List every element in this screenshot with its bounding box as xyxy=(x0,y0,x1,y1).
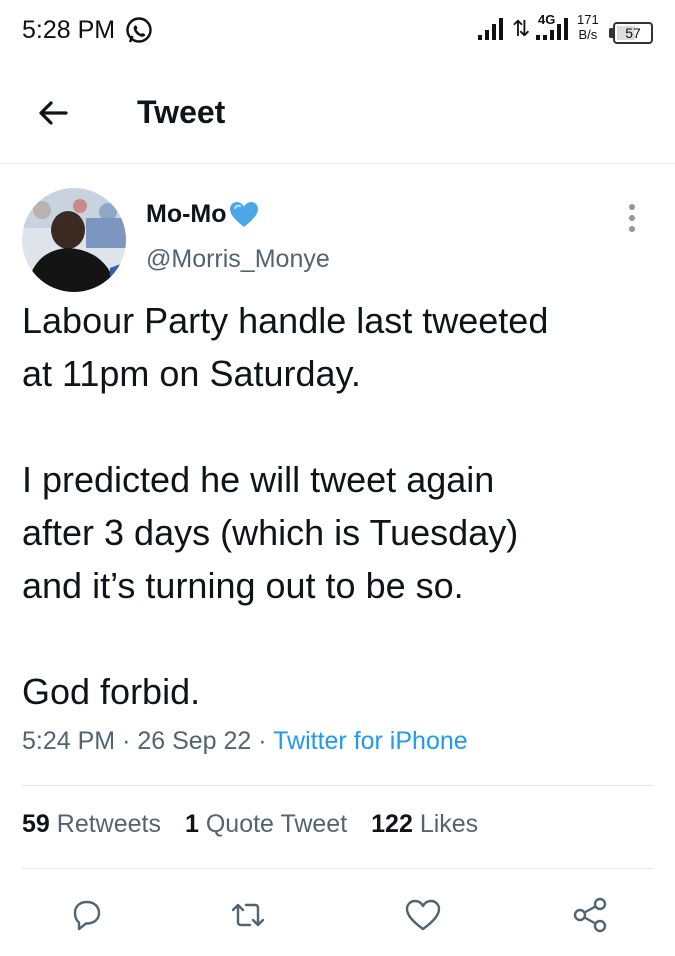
tweet-line: and it’s turning out to be so. xyxy=(22,565,464,606)
tweet-detail-screen: 5:28 PM ⇅ 4G 171 B/s 57 Tweet Mo-Mo @Mor… xyxy=(0,0,675,956)
arrow-left-icon[interactable] xyxy=(36,96,70,130)
tweet-line: after 3 days (which is Tuesday) xyxy=(22,512,519,553)
likes-label: Likes xyxy=(419,810,479,838)
battery-level: 57 xyxy=(625,25,641,41)
tweet-text: Labour Party handle last tweeted at 11pm… xyxy=(22,294,662,718)
blue-heart-icon xyxy=(229,201,258,227)
retweet-button[interactable] xyxy=(228,895,268,935)
share-button[interactable] xyxy=(570,895,610,935)
signal-strength-icon xyxy=(478,18,503,40)
divider xyxy=(22,868,653,869)
like-button[interactable] xyxy=(403,895,443,935)
user-handle[interactable]: @Morris_Monye xyxy=(146,245,330,274)
avatar-image xyxy=(22,188,126,292)
retweets-count: 59 xyxy=(22,810,50,838)
status-bar: 5:28 PM ⇅ 4G 171 B/s 57 xyxy=(0,0,675,64)
display-name-text: Mo-Mo xyxy=(146,200,227,228)
display-name[interactable]: Mo-Mo xyxy=(146,200,259,229)
tweet-date: 26 Sep 22 xyxy=(137,727,252,755)
status-time: 5:28 PM xyxy=(22,16,116,44)
battery-icon: 57 xyxy=(613,22,653,44)
meta-separator: · xyxy=(122,727,131,755)
retweets-stat[interactable]: 59 Retweets xyxy=(22,810,161,839)
tweet-line: God forbid. xyxy=(22,671,201,712)
reply-button[interactable] xyxy=(66,895,106,935)
whatsapp-icon xyxy=(126,17,152,43)
like-icon xyxy=(405,899,441,931)
tweet-source-link[interactable]: Twitter for iPhone xyxy=(273,727,468,755)
tweet-time: 5:24 PM xyxy=(22,727,116,755)
engagement-stats: 59 Retweets 1 Quote Tweet 122 Likes xyxy=(22,810,502,839)
likes-count: 122 xyxy=(371,810,413,838)
quote-tweets-stat[interactable]: 1 Quote Tweet xyxy=(185,810,347,839)
tweet-line: at 11pm on Saturday. xyxy=(22,353,361,394)
likes-stat[interactable]: 122 Likes xyxy=(371,810,478,839)
tweet-line: I predicted he will tweet again xyxy=(22,459,495,500)
quote-tweets-count: 1 xyxy=(184,810,199,838)
network-speed: 171 B/s xyxy=(577,12,599,42)
tweet-line: Labour Party handle last tweeted xyxy=(22,300,549,341)
reply-icon xyxy=(73,900,101,931)
page-title: Tweet xyxy=(137,94,226,130)
network-speed-value: 171 xyxy=(577,12,599,27)
signal-strength-icon-2 xyxy=(536,18,568,40)
quote-tweets-label: Quote Tweet xyxy=(205,810,348,838)
avatar[interactable] xyxy=(22,188,126,292)
divider xyxy=(22,785,653,786)
share-icon xyxy=(573,897,607,933)
data-transfer-icon: ⇅ xyxy=(512,16,531,41)
retweets-label: Retweets xyxy=(56,810,161,838)
network-speed-unit: B/s xyxy=(578,27,598,42)
top-app-bar: Tweet xyxy=(0,64,675,164)
more-vertical-icon[interactable] xyxy=(622,202,642,234)
meta-separator: · xyxy=(258,727,267,755)
retweet-icon xyxy=(231,903,265,927)
tweet-meta: 5:24 PM · 26 Sep 22 · Twitter for iPhone xyxy=(22,727,468,756)
